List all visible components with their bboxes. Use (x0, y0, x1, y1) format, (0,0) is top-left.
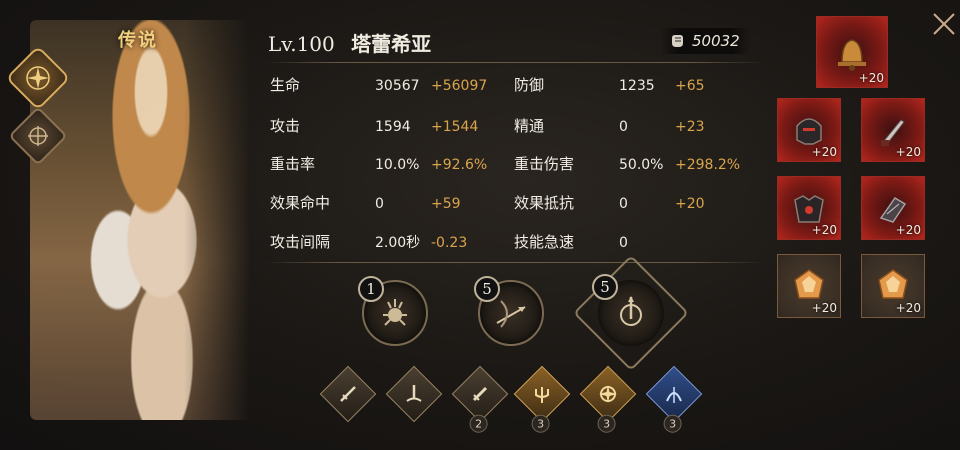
fist-icon (672, 35, 683, 47)
stat-row: 效果命中 0 +59 (270, 192, 461, 213)
stat-row: 重击伤害 50.0% +298.2% (514, 153, 740, 174)
equip-armor[interactable]: +20 (777, 176, 841, 240)
stat-bonus: -0.23 (431, 235, 468, 251)
equip-plus: +20 (895, 301, 921, 315)
stat-bonus: +56097 (431, 78, 488, 94)
stat-base: 0 (619, 235, 628, 251)
stat-label: 效果抵抗 (514, 194, 575, 212)
rune-slot-1[interactable] (319, 365, 377, 423)
equip-plus: +20 (811, 301, 837, 315)
moon-sun-icon (599, 385, 617, 403)
equip-gem-1[interactable]: +20 (777, 254, 841, 318)
skill-2[interactable]: 5 (474, 276, 544, 346)
equip-weapon[interactable]: +20 (861, 98, 925, 162)
stat-base: 50.0% (619, 157, 664, 173)
gauntlet-icon (879, 196, 907, 223)
rune-count: 2 (469, 414, 488, 433)
stat-row: 重击率 10.0% +92.6% (270, 153, 487, 174)
equip-plus: +20 (811, 145, 837, 159)
stat-row: 效果抵抗 0 +20 (514, 192, 705, 213)
equip-gauntlet[interactable]: +20 (861, 176, 925, 240)
helmet-icon (796, 118, 822, 145)
stat-bonus: +20 (675, 196, 705, 212)
sword-in-stone-icon (406, 385, 422, 402)
hero-title: Lv.100 塔蕾希亚 (268, 28, 431, 57)
stat-base: 0 (619, 119, 628, 135)
stats-divider (264, 262, 764, 263)
trident-icon (535, 387, 549, 403)
hero-name: 塔蕾希亚 (351, 32, 432, 56)
close-button[interactable] (924, 4, 960, 44)
skill-1[interactable]: 1 (358, 276, 428, 346)
stat-label: 攻击 (270, 117, 301, 135)
stat-label: 精通 (514, 117, 545, 135)
bell-artifact-icon (838, 39, 866, 71)
star-compass-icon (26, 66, 50, 90)
stat-base: 10.0% (375, 157, 420, 173)
crosshair-icon (28, 126, 48, 146)
archer-arrow-icon (496, 300, 526, 328)
stat-label: 重击伤害 (514, 155, 575, 173)
combat-power-value: 50032 (692, 32, 740, 50)
sword-icon (340, 386, 356, 402)
stat-base: 0 (375, 196, 384, 212)
compass-crest-icon (620, 296, 642, 326)
stat-label: 攻击间隔 (270, 233, 331, 251)
rune-slot-3[interactable]: 2 (451, 365, 509, 433)
close-icon (933, 13, 955, 35)
stat-label: 防御 (514, 76, 545, 94)
hero-level: Lv.100 (268, 32, 335, 56)
stat-base: 30567 (375, 78, 420, 94)
spider-crest-icon (383, 299, 407, 326)
stat-label: 重击率 (270, 155, 316, 173)
equip-gem-2[interactable]: +20 (861, 254, 925, 318)
hero-detail-panel: 传说 Lv.100 塔蕾希亚 50032 生命 30567 +56097 防御 (0, 0, 960, 450)
rune-slot-6[interactable]: 3 (645, 365, 703, 433)
equip-plus: +20 (858, 71, 884, 85)
equip-plus: +20 (895, 145, 921, 159)
stat-row: 攻击间隔 2.00秒 -0.23 (270, 231, 467, 252)
stat-label: 技能急速 (514, 233, 575, 251)
stat-base: 2.00秒 (375, 235, 421, 251)
equip-helmet[interactable]: +20 (777, 98, 841, 162)
amber-gem-icon (794, 269, 824, 299)
rune-count: 3 (663, 414, 682, 433)
armor-icon (794, 195, 824, 223)
rune-slot-2[interactable] (385, 365, 443, 423)
stat-row: 攻击 1594 +1544 (270, 115, 478, 136)
equip-artifact[interactable]: +20 (816, 16, 888, 88)
stat-row: 防御 1235 +65 (514, 74, 705, 95)
stat-bonus: +65 (675, 78, 705, 94)
stat-base: 0 (619, 196, 628, 212)
skill-level: 1 (358, 276, 384, 302)
stat-bonus: +298.2% (675, 157, 741, 173)
rune-slot-4[interactable]: 3 (513, 365, 571, 433)
dagger-weapon-icon (881, 119, 905, 146)
stat-base: 1235 (619, 78, 655, 94)
skill-level: 5 (592, 274, 618, 300)
combat-power: 50032 (660, 28, 750, 54)
stat-bonus: +1544 (431, 119, 479, 135)
header-divider (264, 62, 764, 63)
stat-bonus: +23 (675, 119, 705, 135)
rune-slot-5[interactable]: 3 (579, 365, 637, 433)
equip-plus: +20 (811, 223, 837, 237)
stat-base: 1594 (375, 119, 411, 135)
stat-label: 生命 (270, 76, 301, 94)
skill-3[interactable]: 5 (592, 274, 664, 346)
rune-count: 3 (531, 414, 550, 433)
rune-count: 3 (597, 414, 616, 433)
amber-gem-icon (878, 269, 908, 299)
rarity-label: 传说 (118, 30, 158, 51)
stat-bonus: +59 (431, 196, 461, 212)
stat-row: 技能急速 0 (514, 231, 675, 252)
stat-row: 精通 0 +23 (514, 115, 705, 136)
stat-bonus: +92.6% (431, 157, 488, 173)
stat-row: 生命 30567 +56097 (270, 74, 487, 95)
dagger-icon (472, 386, 488, 402)
equip-plus: +20 (895, 223, 921, 237)
bow-icon (666, 387, 682, 403)
stat-label: 效果命中 (270, 194, 331, 212)
skill-level: 5 (474, 276, 500, 302)
